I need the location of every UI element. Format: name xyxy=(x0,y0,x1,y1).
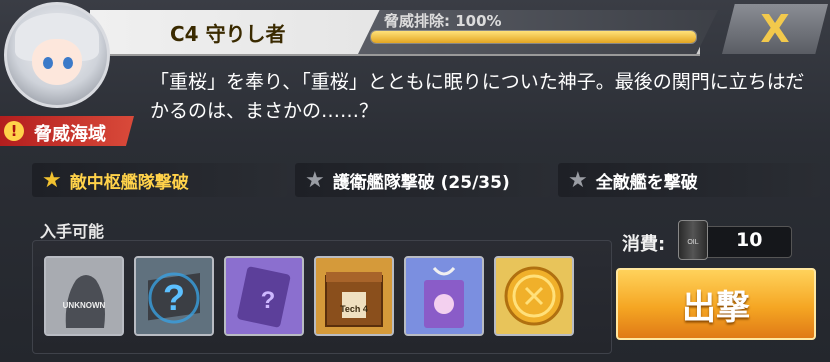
objective-item: ★ 護衛艦隊撃破 (25/35) xyxy=(295,163,550,197)
zone-badge-label: 脅威海域 xyxy=(34,124,106,145)
avatar-eye-left xyxy=(43,57,53,69)
stage-title: C4 守りし者 xyxy=(170,18,286,47)
cost-value: 10 xyxy=(736,229,763,251)
zone-badge: ! 脅威海域 xyxy=(0,116,134,146)
objective-label: 護衛艦隊撃破 (25/35) xyxy=(332,172,510,193)
close-button[interactable]: X xyxy=(722,4,828,54)
drop-item-tech-box[interactable]: Tech 4 xyxy=(314,256,394,336)
crate-icon: Tech 4 xyxy=(316,258,392,334)
drops-section-label: 入手可能 xyxy=(40,222,105,241)
unknown-silhouette-icon: UNKNOWN xyxy=(46,258,122,334)
gold-coin-icon xyxy=(496,258,572,334)
star-icon: ★ xyxy=(42,167,62,193)
objective-item: ★ 全敵艦を撃破 xyxy=(558,163,820,197)
objective-label: 敵中枢艦隊撃破 xyxy=(69,172,189,193)
drop-item-mystery-card[interactable]: ? xyxy=(224,256,304,336)
oil-barrel-icon: OIL xyxy=(678,220,708,260)
unknown-label: UNKNOWN xyxy=(63,301,106,310)
stage-info-panel: C4 守りし者 脅威排除: 100% X 「重桜」を奉り、「重桜」とともに眠りに… xyxy=(0,0,830,362)
question-box-icon: ? xyxy=(136,258,212,334)
sortie-button[interactable]: 出撃 xyxy=(616,268,816,340)
drop-item-coin[interactable] xyxy=(494,256,574,336)
barrel-label: OIL xyxy=(687,239,698,246)
avatar-eye-right xyxy=(63,57,73,69)
avatar xyxy=(4,2,110,108)
purple-card-icon: ? xyxy=(226,258,302,334)
star-icon: ★ xyxy=(305,167,325,193)
threat-progress-fill xyxy=(371,31,696,43)
question-mark: ? xyxy=(163,277,185,318)
stage-name: 守りし者 xyxy=(205,22,286,46)
objective-label: 全敵艦を撃破 xyxy=(595,172,698,193)
avatar-face xyxy=(32,39,82,85)
star-icon: ★ xyxy=(568,167,588,193)
crate-label: Tech 4 xyxy=(340,304,368,314)
omamori-icon xyxy=(406,258,482,334)
warning-icon: ! xyxy=(4,121,24,141)
drop-item-random-box[interactable]: ? xyxy=(134,256,214,336)
cost-label: 消費: xyxy=(622,234,666,255)
threat-progress-bar xyxy=(370,30,697,44)
stage-description: 「重桜」を奉り、「重桜」とともに眠りについた神子。最後の関門に立ちはだかるのは、… xyxy=(150,71,805,122)
threat-label: 脅威排除: 100% xyxy=(384,12,502,30)
objective-item: ★ 敵中枢艦隊撃破 xyxy=(32,163,287,197)
drop-item-unknown[interactable]: UNKNOWN xyxy=(44,256,124,336)
stage-code: C4 xyxy=(170,22,199,46)
card-question-mark: ? xyxy=(261,287,276,314)
drop-item-sakura-charm[interactable] xyxy=(404,256,484,336)
